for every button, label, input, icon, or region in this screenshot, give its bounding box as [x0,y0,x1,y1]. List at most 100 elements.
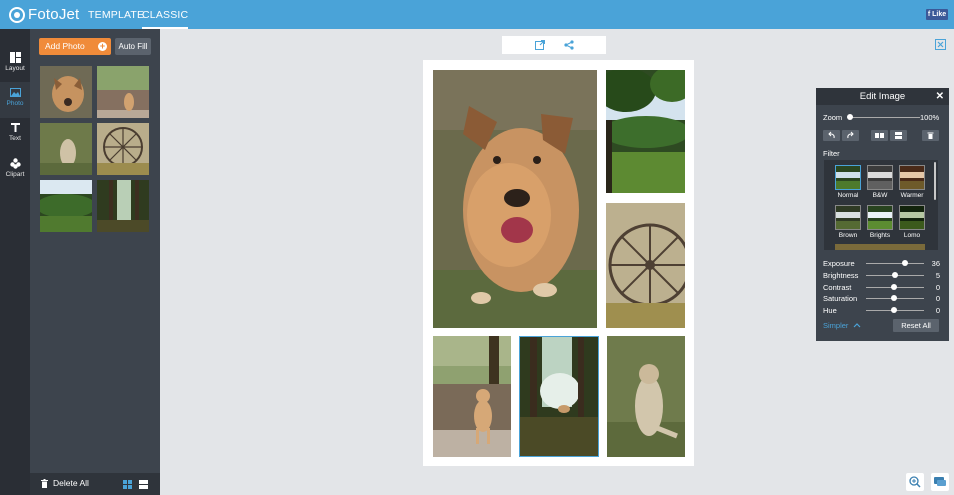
exposure-slider-handle[interactable] [902,260,908,266]
brightness-value: 5 [935,271,940,280]
rail-item-text[interactable]: Text [0,117,30,153]
open-external-icon[interactable] [535,40,545,50]
edit-image-title: Edit Image [859,91,906,102]
zoom-in-icon [909,476,921,488]
flip-horizontal-icon [875,133,884,138]
reset-all-button[interactable]: Reset All [893,319,939,332]
zoom-slider[interactable] [850,117,920,118]
collage-canvas [423,60,694,466]
exposure-value: 36 [931,259,940,268]
share-icon[interactable] [564,40,574,50]
zoom-slider-handle[interactable] [847,114,853,120]
nav-classic[interactable]: CLASSIC [142,0,189,29]
photo-thumbnail-trees[interactable] [40,180,92,232]
logo-icon [9,6,25,23]
hue-label: Hue [823,306,837,315]
brightness-label: Brightness [823,271,859,280]
text-icon [10,123,20,132]
rail-item-clipart[interactable]: Clipart [0,153,30,189]
filter-label-normal: Normal [837,192,859,199]
rail-item-photo[interactable]: Photo [0,82,30,118]
panel-footer: Delete All [30,473,160,495]
fotojet-logo[interactable]: FotoJet [9,6,79,23]
hue-value: 0 [935,306,940,315]
filter-thumbnail-brights[interactable] [867,205,893,230]
undo-icon [828,131,835,139]
brightness-slider-handle[interactable] [892,272,898,278]
saturation-label: Saturation [823,294,858,303]
clipart-icon [9,158,21,169]
rail-label: Text [9,135,21,142]
flip-vertical-icon [895,132,902,139]
filter-label: Filter [823,149,840,158]
filter-thumbnail-normal[interactable] [835,165,861,190]
photo-icon [9,88,21,97]
list-view-icon[interactable] [139,480,148,489]
contrast-value: 0 [935,283,940,292]
grid-view-icon[interactable] [123,480,132,489]
zoom-value: 100% [920,113,940,122]
exposure-label: Exposure [823,259,855,268]
filter-list: Normal B&W Warmer Brown Brights Lomo [824,160,938,250]
photo-thumbnail-forest-light[interactable] [97,180,149,232]
zoom-in-button[interactable] [906,473,924,491]
feedback-button[interactable] [931,473,949,491]
top-bar: FotoJet TEMPLATE CLASSIC f Like [0,0,954,29]
delete-all-label: Delete All [53,478,89,488]
filter-row-partial [835,244,925,250]
close-icon[interactable]: ✕ [936,88,944,105]
simpler-toggle[interactable]: Simpler [823,321,861,330]
app-name: FotoJet [28,6,80,23]
close-canvas-icon[interactable] [935,39,946,50]
rail-label: Photo [6,100,24,107]
trash-icon [41,478,48,488]
edit-image-panel: Edit Image ✕ Zoom 100% Filter Normal B&W… [816,88,949,341]
photo-thumbnail-dog-grass[interactable] [40,123,92,175]
saturation-value: 0 [935,294,940,303]
contrast-label: Contrast [823,283,852,292]
collage-cell-dog-closeup[interactable] [433,70,597,328]
saturation-slider-handle[interactable] [891,295,897,301]
photo-thumbnail-dog-wall[interactable] [97,66,149,118]
add-photo-button[interactable]: Add Photo + [39,38,111,55]
layout-icon [9,52,21,63]
delete-all-button[interactable]: Delete All [41,478,89,488]
collage-cell-wagon-wheel[interactable] [606,203,685,328]
add-photo-label: Add Photo [45,41,85,51]
delete-image-button[interactable] [922,130,939,141]
collage-cell-forest-light[interactable] [519,336,599,457]
collage-cell-dog-wall[interactable] [433,336,511,457]
hue-slider-handle[interactable] [891,307,897,313]
photo-thumbnail-wagon-wheel[interactable] [97,123,149,175]
collage-cell-trees[interactable] [606,70,685,193]
auto-fill-button[interactable]: Auto Fill [115,38,151,55]
filter-thumbnail-warmer[interactable] [899,165,925,190]
flip-horizontal-button[interactable] [871,130,888,141]
rail-label: Layout [5,65,25,72]
photo-thumbnail-dog-closeup[interactable] [40,66,92,118]
left-tool-rail: Layout Photo Text Clipart [0,29,30,495]
filter-scrollbar[interactable] [934,162,936,200]
filter-label-brown: Brown [838,232,858,239]
filter-label-bw: B&W [872,192,888,199]
simpler-label: Simpler [823,321,849,330]
plus-icon: + [98,41,107,51]
rail-item-layout[interactable]: Layout [0,47,30,83]
filter-thumbnail-lomo[interactable] [899,205,925,230]
contrast-slider-handle[interactable] [891,284,897,290]
exposure-slider[interactable] [866,263,924,264]
collage-cell-dog-grass[interactable] [607,336,685,457]
edit-image-header: Edit Image ✕ [816,88,949,105]
photo-panel: Add Photo + Auto Fill Delete All [30,29,160,495]
flip-vertical-button[interactable] [890,130,907,141]
filter-thumbnail-bw[interactable] [867,165,893,190]
undo-button[interactable] [823,130,840,141]
filter-label-brights: Brights [869,232,891,239]
nav-template[interactable]: TEMPLATE [88,0,144,29]
facebook-like-button[interactable]: f Like [926,9,948,20]
filter-label-warmer: Warmer [900,192,924,199]
chevron-up-icon [853,323,860,328]
filter-thumbnail-brown[interactable] [835,205,861,230]
redo-icon [847,131,854,139]
redo-button[interactable] [842,130,859,141]
